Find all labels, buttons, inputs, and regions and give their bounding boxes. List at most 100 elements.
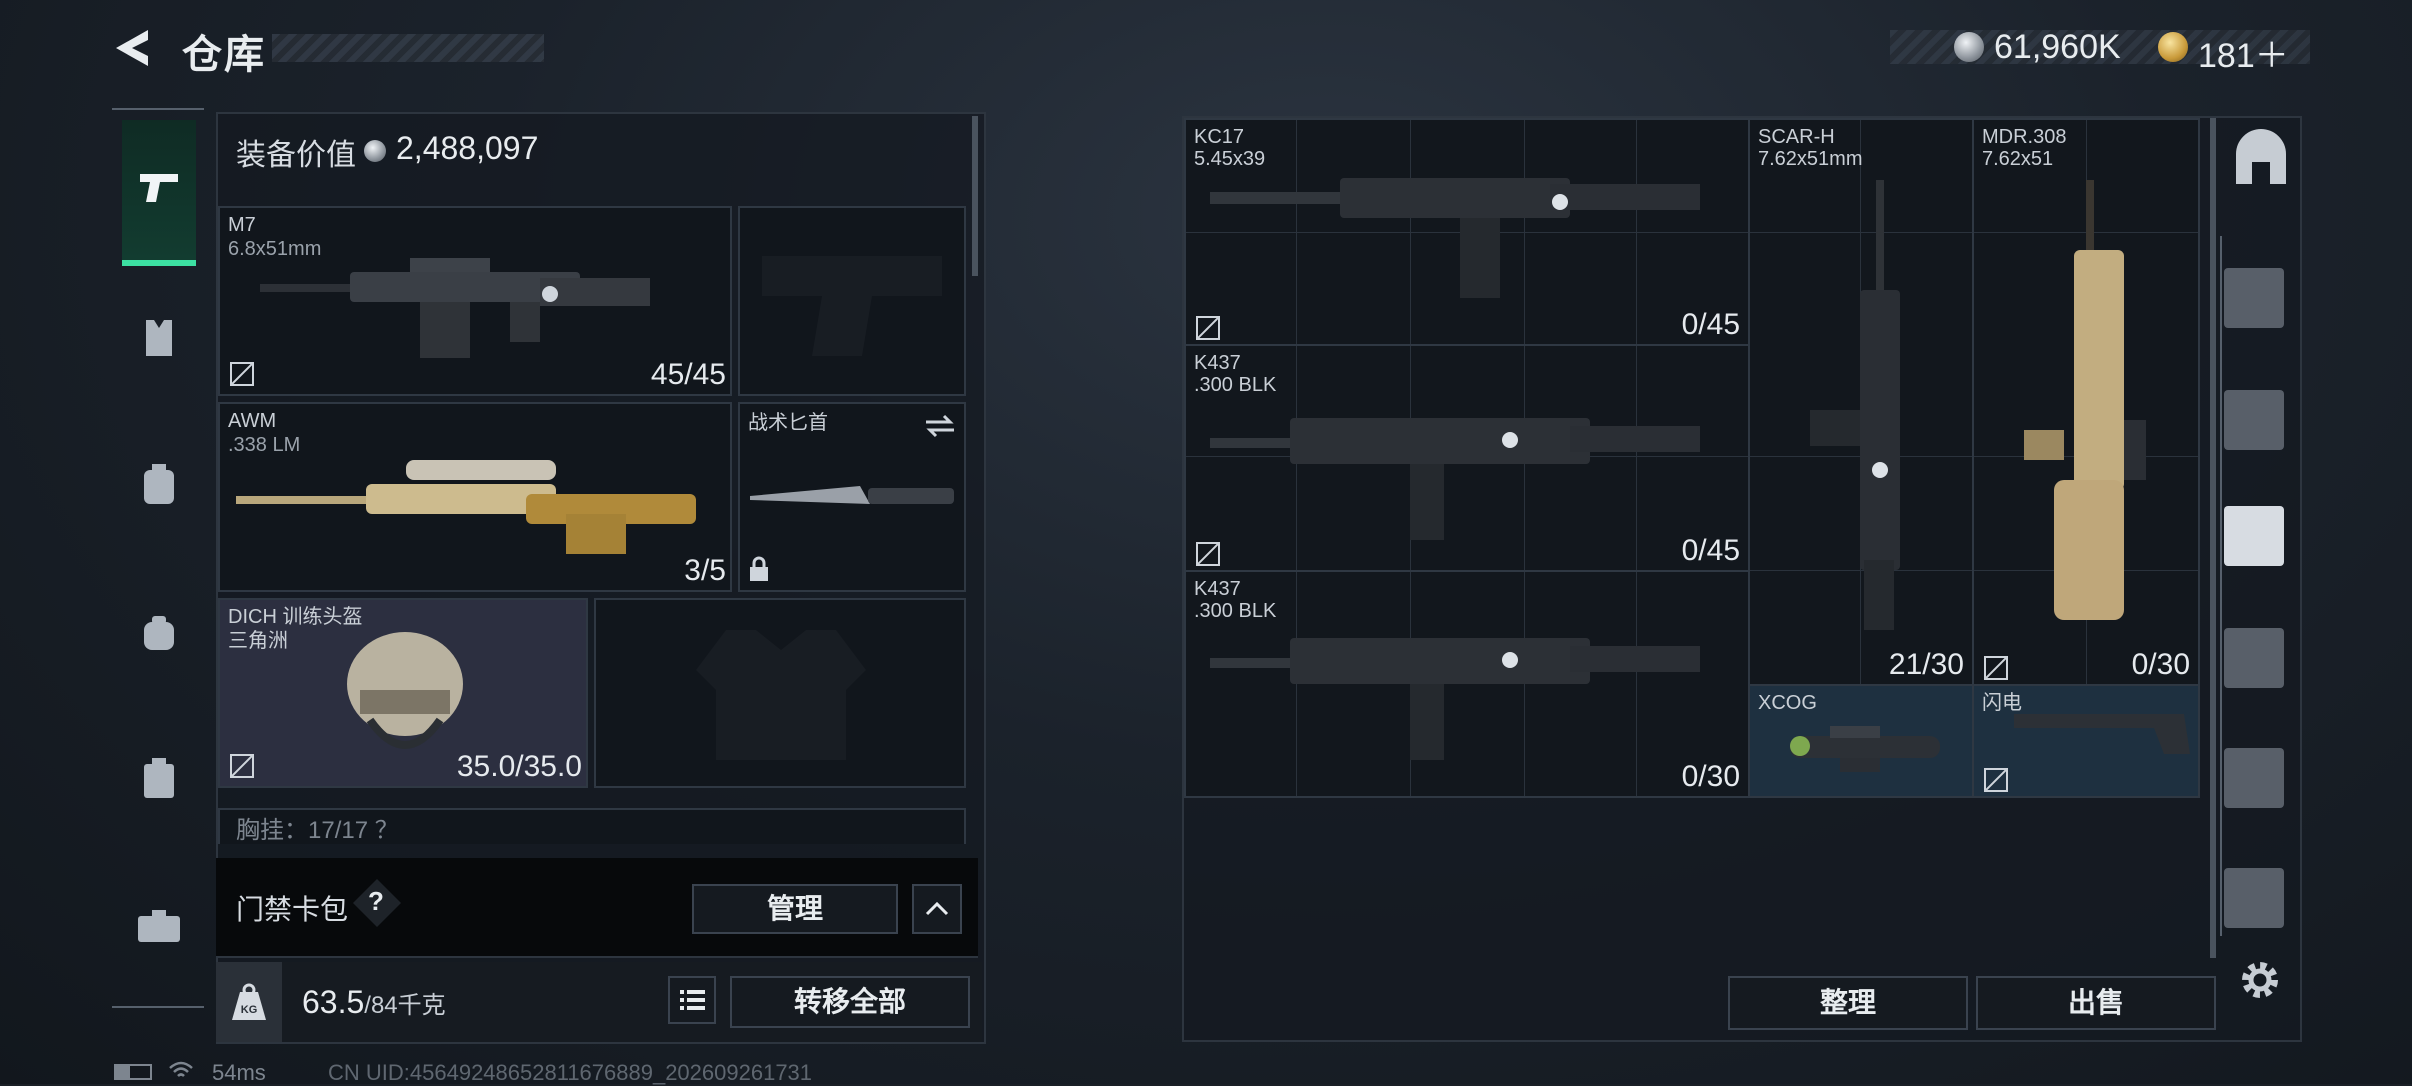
sell-button[interactable]: 出售 <box>1976 976 2216 1030</box>
uid: CN UID:4564924865281167​6889_20260926173… <box>328 1060 813 1085</box>
item-count: 21/30 <box>1888 648 1964 681</box>
item-count: 0/30 <box>1681 760 1740 793</box>
loadout-scrollbar[interactable] <box>972 116 978 276</box>
pistol-icon <box>140 174 178 202</box>
silver-amount: 61,960K <box>1994 28 2121 66</box>
item-name: MDR.308 <box>1982 126 2067 148</box>
rifle-scar-icon <box>1810 180 1900 630</box>
collapse-button[interactable] <box>912 884 962 934</box>
weight-current: 63.5 <box>302 984 365 1020</box>
ammo-type: .338 LM <box>228 434 301 456</box>
weapon-name: AWM <box>228 410 277 432</box>
list-view-button[interactable] <box>668 976 716 1024</box>
stash-item-stock[interactable]: 闪电 <box>1972 684 2200 798</box>
gold-amount[interactable]: 181＋ <box>2198 28 2289 77</box>
primary-weapon-slot-1[interactable]: M7 6.8x51mm 45/45 <box>218 206 732 396</box>
item-name: KC17 <box>1194 126 1245 148</box>
no-insurance-icon <box>1984 768 2008 792</box>
chest-rig-label: 胸挂：17/17 ？ <box>236 817 399 844</box>
stash-item-xcog[interactable]: XCOG <box>1748 684 1974 798</box>
equip-value: 2,488,097 <box>396 130 539 166</box>
ping: 54ms <box>212 1060 266 1085</box>
no-insurance-icon <box>1196 542 1220 566</box>
stash-item-scar-h[interactable]: SCAR-H 7.62x51mm 21/30 <box>1748 118 1974 686</box>
item-count: 0/30 <box>2131 648 2190 681</box>
sort-button[interactable]: 整理 <box>1728 976 1968 1030</box>
smg-k437-icon <box>1210 418 1700 540</box>
item-count: 0/45 <box>1681 308 1740 341</box>
silver-coin-icon <box>364 140 386 162</box>
stash-home-tab[interactable] <box>2228 120 2294 230</box>
chevron-up-icon <box>925 901 949 916</box>
stash-page-2-icon[interactable] <box>2224 390 2284 450</box>
page-title: 仓库 <box>182 33 266 77</box>
weight-icon-box: KG <box>216 962 282 1042</box>
battery-icon <box>114 1064 152 1080</box>
ammo-count: 3/5 <box>684 554 726 587</box>
stock-icon <box>2014 714 2190 754</box>
rifle-kc17-icon <box>1210 178 1700 298</box>
stash-scrollbar[interactable] <box>2210 118 2216 958</box>
item-ammo: 7.62x51mm <box>1758 148 1863 170</box>
no-insurance-icon <box>1984 656 2008 680</box>
sidearm-slot[interactable] <box>738 206 966 396</box>
manage-button[interactable]: 管理 <box>692 884 898 934</box>
wifi-icon <box>169 1061 193 1077</box>
no-insurance-icon <box>230 754 254 778</box>
no-insurance-icon <box>1196 316 1220 340</box>
stash-item-k437-2[interactable]: K437 .300 BLK 0/30 <box>1184 570 1750 798</box>
rail-divider <box>2220 236 2222 936</box>
pouch-icon[interactable] <box>138 612 180 654</box>
list-icon <box>680 990 705 1010</box>
stash-item-k437-1[interactable]: K437 .300 BLK 0/45 <box>1184 344 1750 572</box>
item-count: 0/45 <box>1681 534 1740 567</box>
sniper-awm-icon <box>236 460 696 554</box>
stash-page-6-icon[interactable] <box>2224 868 2284 928</box>
keycard-bar: 门禁卡包 ? 管理 <box>216 858 978 958</box>
backpack-icon[interactable] <box>138 462 180 508</box>
battery-fill <box>116 1066 130 1078</box>
melee-name: 战术匕首 <box>748 412 828 434</box>
weight-max: /84千克 <box>364 992 446 1019</box>
stash-item-mdr308[interactable]: MDR.308 7.62x51 0/30 <box>1972 118 2200 686</box>
stash-page-5-icon[interactable] <box>2224 748 2284 808</box>
lock-icon <box>750 556 768 581</box>
knife-icon <box>750 486 954 504</box>
stash-item-kc17[interactable]: KC17 5.45x39 0/45 <box>1184 118 1750 346</box>
weapon-name: M7 <box>228 214 256 236</box>
primary-weapon-slot-2[interactable]: AWM .338 LM 3/5 <box>218 402 732 592</box>
weight-icon: KG <box>232 983 266 1020</box>
item-name: K437 <box>1194 352 1241 374</box>
toolbox-icon[interactable] <box>136 908 182 944</box>
nav-bottom-line <box>112 1006 204 1008</box>
melee-slot[interactable]: 战术匕首 <box>738 402 966 592</box>
swap-icon[interactable] <box>924 412 956 440</box>
gold-coin-icon <box>2158 32 2188 62</box>
settings-gear-icon[interactable] <box>2236 956 2284 1004</box>
no-insurance-icon <box>230 362 254 386</box>
item-name: SCAR-H <box>1758 126 1835 148</box>
armor-placeholder-icon <box>696 630 866 760</box>
armor-slot[interactable] <box>594 598 966 788</box>
helmet-slot[interactable]: DICH 训练头盔 三角洲 35.0/35.0 <box>218 598 588 788</box>
transfer-all-button[interactable]: 转移全部 <box>730 976 970 1028</box>
chest-rig-slot[interactable]: 胸挂：17/17 ？ <box>218 808 966 844</box>
weight-readout: 63.5/84千克 <box>302 984 446 1021</box>
stash-page-4-icon[interactable] <box>2224 628 2284 688</box>
pistol-placeholder-icon <box>762 256 942 356</box>
help-icon[interactable]: ? <box>368 886 384 917</box>
nav-tab-weapons[interactable] <box>122 120 196 266</box>
title-decoration <box>272 34 544 62</box>
stash-page-3-icon[interactable] <box>2224 506 2284 566</box>
vest-icon[interactable] <box>138 318 180 358</box>
helmet-sub: 三角洲 <box>228 630 288 652</box>
case-icon[interactable] <box>140 756 178 800</box>
scope-icon <box>1790 726 1940 772</box>
stash-page-1-icon[interactable] <box>2224 268 2284 328</box>
silver-coin-icon <box>1954 32 1984 62</box>
smg-k437-icon <box>1210 638 1700 760</box>
equip-value-label: 装备价值 <box>236 139 356 172</box>
item-ammo: 7.62x51 <box>1982 148 2054 170</box>
back-arrow-icon[interactable] <box>112 26 152 70</box>
rifle-mdr-icon <box>2024 180 2146 620</box>
